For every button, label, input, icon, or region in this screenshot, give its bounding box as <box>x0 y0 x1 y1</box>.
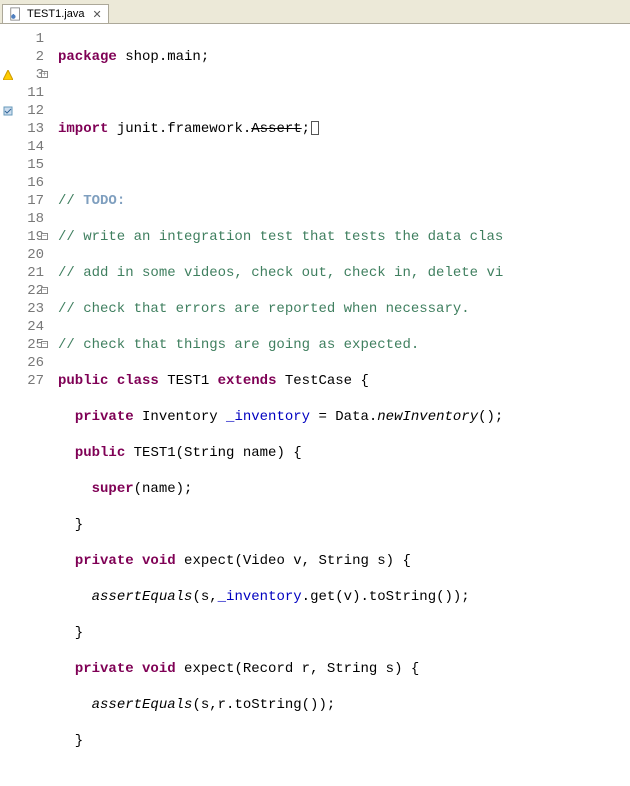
java-file-icon <box>9 7 23 21</box>
code-line: // check that errors are reported when n… <box>58 300 630 318</box>
fold-icon[interactable]: − <box>41 287 48 294</box>
fold-icon[interactable]: − <box>41 233 48 240</box>
line-number-gutter: 1 2 3+ 11 12 13 14 15 16 17 18 19− 20 21… <box>16 24 50 525</box>
code-line: // check that things are going as expect… <box>58 336 630 354</box>
code-line: import junit.framework.Assert; <box>58 120 630 138</box>
code-content[interactable]: package shop.main; import junit.framewor… <box>50 24 630 525</box>
code-line: public TEST1(String name) { <box>58 444 630 462</box>
code-line: } <box>58 624 630 642</box>
code-line: private void expect(Record r, String s) … <box>58 660 630 678</box>
code-line: private Inventory _inventory = Data.newI… <box>58 408 630 426</box>
close-icon[interactable]: ✕ <box>92 8 101 21</box>
code-line: // add in some videos, check out, check … <box>58 264 630 282</box>
fold-icon[interactable]: − <box>41 341 48 348</box>
code-line: } <box>58 732 630 750</box>
code-line <box>58 84 630 102</box>
code-line: // write an integration test that tests … <box>58 228 630 246</box>
tab-bar: TEST1.java ✕ <box>0 0 630 24</box>
code-editor[interactable]: 1 2 3+ 11 12 13 14 15 16 17 18 19− 20 21… <box>0 24 630 525</box>
code-line: public class TEST1 extends TestCase { <box>58 372 630 390</box>
task-icon <box>3 106 13 116</box>
warning-icon <box>3 70 13 80</box>
code-line: } <box>58 516 630 534</box>
fold-icon[interactable]: + <box>41 71 48 78</box>
editor-tab[interactable]: TEST1.java ✕ <box>2 4 109 23</box>
code-line <box>58 156 630 174</box>
tab-filename: TEST1.java <box>27 8 84 20</box>
marker-bar <box>0 24 16 525</box>
code-line: assertEquals(s,r.toString()); <box>58 696 630 714</box>
code-line: assertEquals(s,_inventory.get(v).toStrin… <box>58 588 630 606</box>
code-line: private void expect(Video v, String s) { <box>58 552 630 570</box>
code-line: // TODO: <box>58 192 630 210</box>
text-cursor <box>311 121 319 135</box>
code-line: super(name); <box>58 480 630 498</box>
code-line: package shop.main; <box>58 48 630 66</box>
